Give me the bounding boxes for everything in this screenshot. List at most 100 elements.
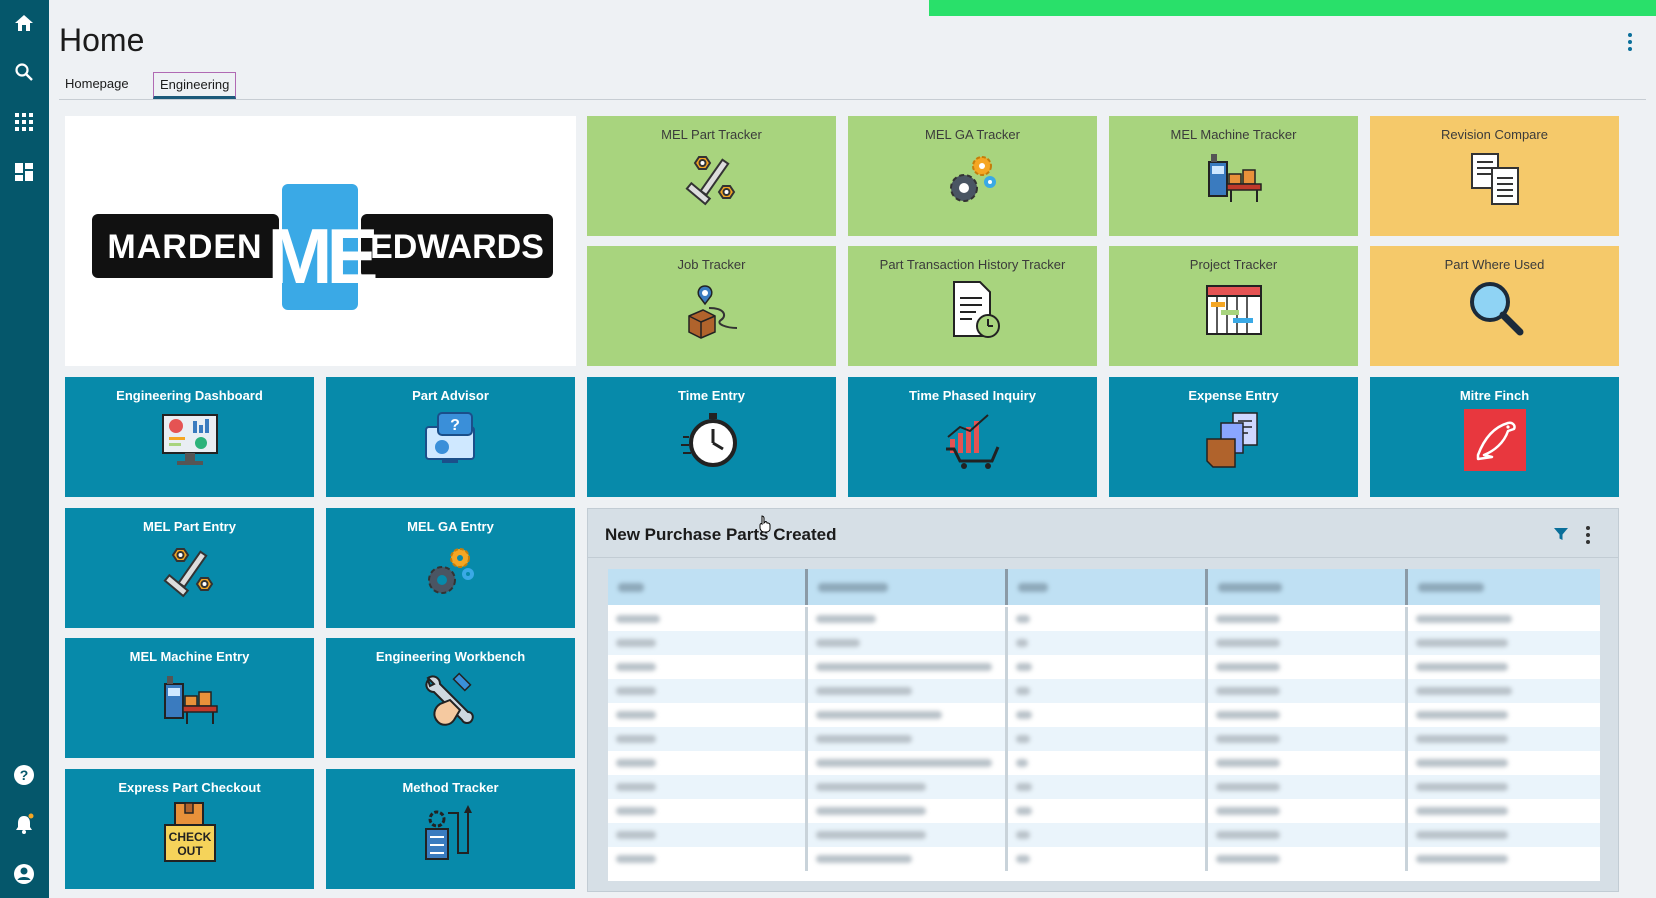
table-row[interactable] <box>608 631 1600 655</box>
redacted-cell-text <box>1016 687 1030 695</box>
tile-mel-part-tracker[interactable]: MEL Part Tracker <box>587 116 836 236</box>
table-row[interactable] <box>608 847 1600 871</box>
tile-revision-compare[interactable]: Revision Compare <box>1370 116 1619 236</box>
table-row[interactable] <box>608 799 1600 823</box>
table-row[interactable] <box>608 655 1600 679</box>
table-row[interactable] <box>608 775 1600 799</box>
redacted-cell-text <box>816 615 876 623</box>
tile-part-advisor[interactable]: Part Advisor ? <box>326 377 575 497</box>
redacted-cell-text <box>1016 783 1032 791</box>
table-cell <box>1208 655 1408 679</box>
table-cell <box>808 607 1008 631</box>
tile-label: Part Transaction History Tracker <box>879 257 1066 272</box>
apps-grid-icon[interactable] <box>12 110 36 134</box>
tile-time-phased-inquiry[interactable]: Time Phased Inquiry <box>848 377 1097 497</box>
table-row[interactable] <box>608 823 1600 847</box>
column-header[interactable] <box>1408 569 1600 605</box>
bolts-nuts-icon <box>684 156 735 206</box>
tile-job-tracker[interactable]: Job Tracker <box>587 246 836 366</box>
table-cell <box>1408 631 1600 655</box>
table-cell <box>808 775 1008 799</box>
table-cell <box>808 799 1008 823</box>
table-row[interactable] <box>608 727 1600 751</box>
tab-engineering[interactable]: Engineering <box>153 72 237 99</box>
redacted-cell-text <box>816 639 860 647</box>
table-row[interactable] <box>608 703 1600 727</box>
tile-method-tracker[interactable]: Method Tracker <box>326 769 575 889</box>
table-cell <box>608 631 808 655</box>
redacted-cell-text <box>1416 711 1508 719</box>
tile-mel-ga-tracker[interactable]: MEL GA Tracker <box>848 116 1097 236</box>
table-cell <box>1408 607 1600 631</box>
redacted-cell-text <box>1016 807 1032 815</box>
tile-label: Engineering Dashboard <box>116 388 263 403</box>
notifications-icon[interactable] <box>12 812 36 836</box>
table-cell <box>808 847 1008 871</box>
column-header[interactable] <box>1208 569 1408 605</box>
panel-more-icon[interactable] <box>1583 525 1593 545</box>
help-icon[interactable]: ? <box>12 763 36 787</box>
machine-conveyor-icon <box>1207 154 1262 202</box>
redacted-cell-text <box>616 615 660 623</box>
redacted-cell-text <box>816 735 912 743</box>
redacted-cell-text <box>816 687 912 695</box>
table-row[interactable] <box>608 607 1600 631</box>
panel-title: New Purchase Parts Created <box>605 525 837 544</box>
gantt-calendar-icon <box>1205 285 1262 335</box>
tile-mel-machine-tracker[interactable]: MEL Machine Tracker <box>1109 116 1358 236</box>
tab-homepage[interactable]: Homepage <box>59 72 135 95</box>
tile-project-tracker[interactable]: Project Tracker <box>1109 246 1358 366</box>
machine-conveyor-icon <box>163 676 218 724</box>
table-cell <box>1008 727 1208 751</box>
redacted-cell-text <box>1216 855 1280 863</box>
tile-label: Engineering Workbench <box>375 649 526 664</box>
table-row[interactable] <box>608 751 1600 775</box>
svg-text:?: ? <box>20 767 29 783</box>
chart-cart-icon <box>945 414 999 469</box>
tile-label: MEL Part Entry <box>143 519 236 534</box>
tile-mel-ga-entry[interactable]: MEL GA Entry <box>326 508 575 628</box>
table-cell <box>608 727 808 751</box>
table-row[interactable] <box>608 679 1600 703</box>
stopwatch-icon <box>680 413 737 467</box>
more-options-icon[interactable] <box>1624 32 1636 52</box>
svg-text:ME: ME <box>268 212 376 300</box>
company-logo: MARDEN EDWARDS ME <box>92 184 553 310</box>
tile-expense-entry[interactable]: Expense Entry <box>1109 377 1358 497</box>
table-cell <box>1008 655 1208 679</box>
filter-icon[interactable] <box>1553 526 1569 542</box>
home-icon[interactable] <box>12 11 36 35</box>
redacted-cell-text <box>1416 831 1508 839</box>
search-icon[interactable] <box>12 60 36 84</box>
column-header[interactable] <box>1008 569 1208 605</box>
table-cell <box>808 727 1008 751</box>
account-icon[interactable] <box>12 862 36 886</box>
monitor-dashboard-icon <box>161 414 218 465</box>
tile-part-transaction-history-tracker[interactable]: Part Transaction History Tracker <box>848 246 1097 366</box>
column-header[interactable] <box>808 569 1008 605</box>
tile-mel-machine-entry[interactable]: MEL Machine Entry <box>65 638 314 758</box>
tile-engineering-dashboard[interactable]: Engineering Dashboard <box>65 377 314 497</box>
redacted-cell-text <box>1416 687 1512 695</box>
redacted-cell-text <box>1016 831 1030 839</box>
table-cell <box>1208 607 1408 631</box>
tile-mitre-finch[interactable]: Mitre Finch <box>1370 377 1619 497</box>
table-cell <box>1208 631 1408 655</box>
table-cell <box>1208 799 1408 823</box>
tile-mel-part-entry[interactable]: MEL Part Entry <box>65 508 314 628</box>
panel-divider <box>588 557 1618 558</box>
tile-part-where-used[interactable]: Part Where Used <box>1370 246 1619 366</box>
magnifier-icon <box>1469 282 1523 336</box>
dashboard-icon[interactable] <box>12 160 36 184</box>
tile-time-entry[interactable]: Time Entry <box>587 377 836 497</box>
table-cell <box>608 703 808 727</box>
column-header[interactable] <box>608 569 808 605</box>
redacted-cell-text <box>616 687 656 695</box>
tile-express-part-checkout[interactable]: Express Part Checkout CHECK OUT <box>65 769 314 889</box>
data-grid[interactable] <box>608 569 1600 881</box>
redacted-cell-text <box>816 663 992 671</box>
new-purchase-parts-panel: New Purchase Parts Created <box>587 508 1619 892</box>
tile-engineering-workbench[interactable]: Engineering Workbench <box>326 638 575 758</box>
method-flow-icon <box>424 805 472 860</box>
redacted-cell-text <box>1216 687 1280 695</box>
